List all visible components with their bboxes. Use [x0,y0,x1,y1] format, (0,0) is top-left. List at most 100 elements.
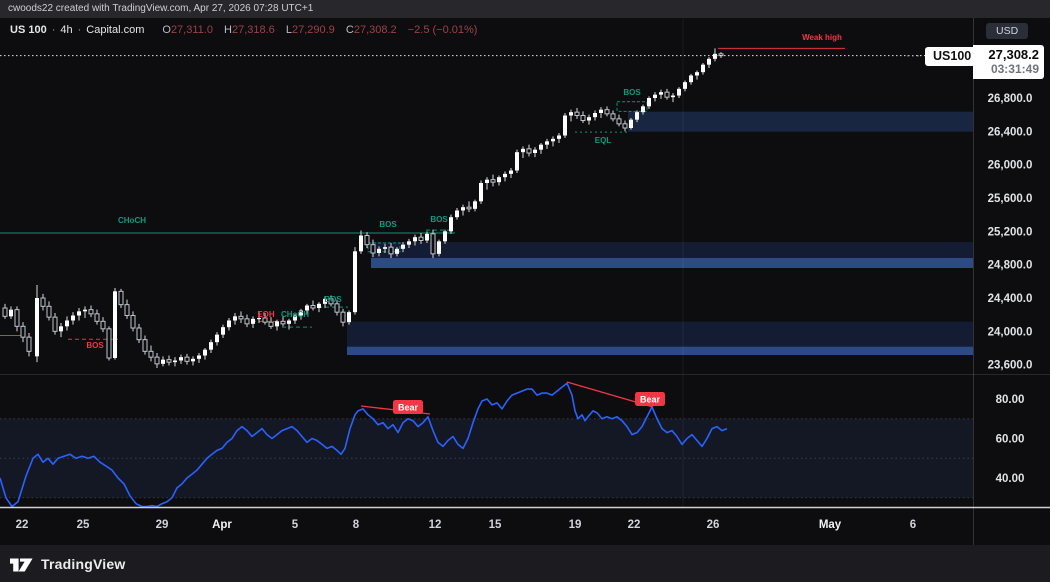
candle-down [419,237,423,240]
svg-text:80.00: 80.00 [996,394,1025,406]
last-price-value: 27,308.2 [975,47,1039,62]
svg-text:24,400.0: 24,400.0 [988,293,1033,305]
attribution-text: cwoods22 created with TradingView.com, A… [8,3,313,14]
candle-up [197,356,201,359]
candle-up [275,321,279,326]
candle-down [155,357,159,364]
interval-label[interactable]: 4h [60,24,72,36]
symbol-title[interactable]: US 100 [10,24,47,36]
candle-down [185,357,189,361]
bear-divergence-label: Bear [393,400,423,414]
svg-text:26: 26 [707,519,720,531]
tradingview-logo-icon[interactable] [10,556,33,572]
candle-down [491,180,495,183]
candle-down [311,306,315,309]
candle-down [575,112,579,115]
candle-up [221,327,225,335]
candle-up [647,98,651,106]
candle-up [413,237,417,241]
chart-canvas[interactable]: CHoCHBOSBOSBOSEQHCHoCHBOSEQLBOSWeak high… [0,0,1050,582]
currency-toggle-button[interactable]: USD [986,23,1028,39]
candle-down [21,326,25,337]
candle-down [101,321,105,329]
candle-up [395,249,399,254]
candle-down [15,310,19,327]
svg-text:6: 6 [910,519,916,531]
svg-text:BOS: BOS [324,295,342,304]
candle-up [509,171,513,174]
candle-down [611,114,615,119]
candle-up [401,245,405,249]
svg-text:29: 29 [156,519,169,531]
svg-text:Weak high: Weak high [802,33,842,42]
svg-text:CHoCH: CHoCH [118,216,146,225]
bar-countdown: 03:31:49 [975,62,1039,76]
label-overflow-dots[interactable]: ··· [906,48,921,62]
candle-up [557,136,561,139]
candle-down [371,245,375,253]
svg-text:5: 5 [292,519,299,531]
low-value: 27,290.9 [292,24,335,36]
close-key: C [346,24,354,36]
svg-text:40.00: 40.00 [996,473,1025,485]
candle-up [587,117,591,120]
candle-down [365,236,369,245]
candle-up [707,59,711,65]
svg-text:25,200.0: 25,200.0 [988,226,1033,238]
candle-up [461,207,465,210]
candle-down [239,316,243,319]
candle-up [407,241,411,244]
symbol-price-flag: US100 [925,47,979,66]
candle-up [71,316,75,321]
attribution-bar: cwoods22 created with TradingView.com, A… [0,0,1050,18]
candle-up [317,304,321,308]
candle-up [485,180,489,183]
candle-down [245,319,249,324]
candle-up [347,312,351,322]
tradingview-brand-text[interactable]: TradingView [41,556,125,572]
svg-text:24,800.0: 24,800.0 [988,260,1033,272]
candle-up [161,360,165,364]
candle-up [455,211,459,218]
candle-down [53,317,57,331]
candle-down [281,321,285,324]
candle-up [203,350,207,356]
candle-up [209,342,213,350]
candle-up [113,291,117,358]
candle-down [605,110,609,114]
candle-down [167,360,171,363]
candle-up [641,106,645,112]
candle-down [665,92,669,97]
svg-text:23,600.0: 23,600.0 [988,360,1033,372]
candle-up [635,112,639,120]
candle-down [341,312,345,322]
candle-up [65,321,69,327]
high-value: 27,318.6 [232,24,275,36]
candle-down [617,119,621,124]
candle-down [107,329,111,358]
candle-up [479,183,483,201]
ohlc-values: O27,311.0 H27,318.6 L27,290.9 C27,308.2 … [154,24,477,36]
candle-up [77,311,81,315]
svg-text:22: 22 [628,519,641,531]
svg-text:BOS: BOS [379,220,397,229]
candle-down [527,149,531,153]
price-axis[interactable]: 26,800.026,400.026,000.025,600.025,200.0… [988,93,1033,372]
svg-text:BOS: BOS [430,215,448,224]
candle-up [353,251,357,312]
svg-text:19: 19 [569,519,582,531]
candle-up [251,319,255,324]
symbol-legend[interactable]: US 100 · 4h · Capital.com O27,311.0 H27,… [10,24,477,36]
svg-text:60.00: 60.00 [996,434,1025,446]
high-key: H [224,24,232,36]
broker-label[interactable]: Capital.com [86,24,144,36]
candle-up [563,116,567,136]
candle-up [377,249,381,253]
svg-text:BOS: BOS [86,341,104,350]
open-value: 27,311.0 [171,24,213,36]
candle-up [713,54,717,59]
candle-up [593,113,597,117]
svg-text:25,600.0: 25,600.0 [988,193,1033,205]
candle-down [143,340,147,352]
candle-up [497,177,501,182]
